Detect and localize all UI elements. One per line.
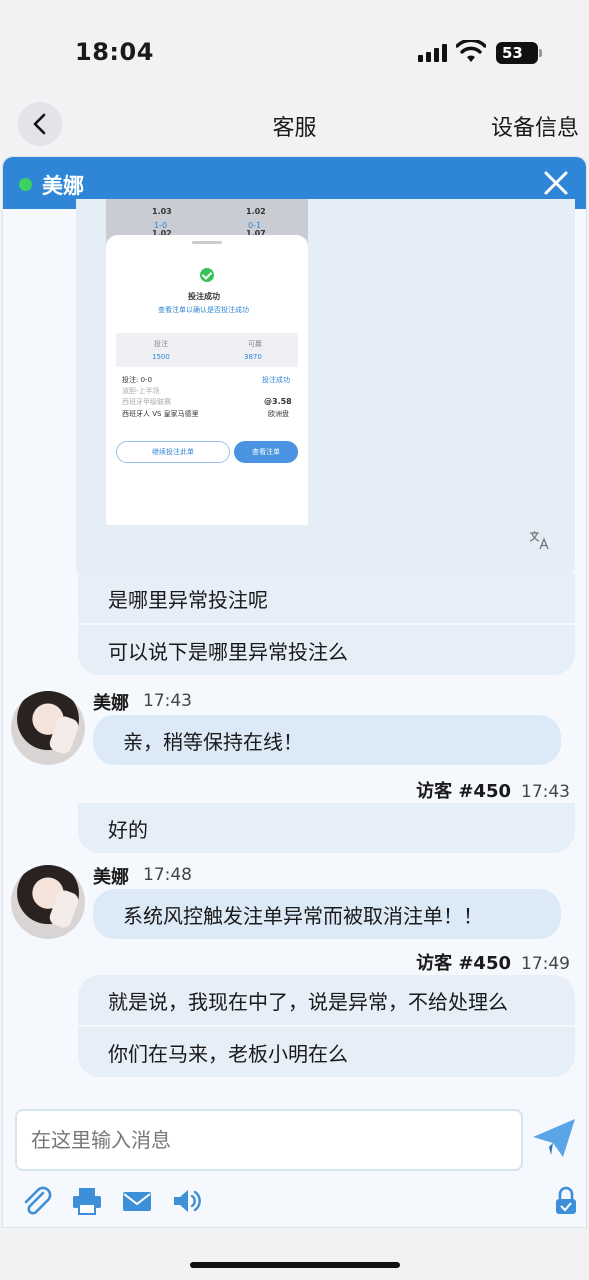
close-icon[interactable] (542, 169, 570, 197)
screenshot-odds: @3.58 (264, 397, 292, 406)
wifi-icon (456, 40, 486, 62)
battery-indicator: 53 (496, 42, 542, 64)
message-text: 亲，稍等保持在线！ (123, 729, 303, 754)
visitor-name: 访客 #450 (416, 781, 511, 802)
screenshot-col-label: 投注 (154, 340, 168, 348)
continue-bet-button: 继续投注此单 (116, 441, 230, 463)
lock-icon[interactable] (553, 1185, 579, 1217)
sheet-handle (192, 241, 222, 244)
translate-icon[interactable] (528, 529, 550, 551)
screenshot-title: 投注成功 (188, 292, 220, 301)
visitor-meta: 访客 #450 17:43 (416, 777, 570, 803)
message-text: 是哪里异常投注呢 (108, 587, 268, 612)
message-text: 你们在马来，老板小明在么 (108, 1041, 348, 1066)
screenshot-bet-status: 投注成功 (262, 376, 290, 384)
online-status-icon (19, 178, 32, 191)
message-text: 可以说下是哪里异常投注么 (108, 639, 348, 664)
mail-icon[interactable] (121, 1185, 153, 1217)
home-indicator (190, 1262, 400, 1268)
signal-icon (418, 44, 447, 62)
agent-name: 美娜 (42, 174, 84, 198)
message-time: 17:43 (143, 691, 192, 711)
send-icon[interactable] (531, 1117, 577, 1159)
chat-panel: 美娜 1.03 1.02 1-0 0-1 1.02 1.07 投注成功 查看注单… (2, 156, 587, 1228)
status-time: 18:04 (75, 38, 154, 66)
screenshot-market: 波胆-上半场 (122, 387, 160, 395)
message-input[interactable] (15, 1109, 523, 1171)
message-time: 17:43 (521, 782, 570, 802)
agent-message: 亲，稍等保持在线！ (93, 715, 561, 765)
visitor-message: 是哪里异常投注呢 (78, 573, 575, 623)
visitor-name: 访客 #450 (416, 953, 511, 974)
agent-avatar (11, 691, 85, 765)
success-check-icon (200, 268, 214, 282)
screenshot-col-value: 1500 (152, 353, 170, 361)
view-bet-button: 查看注单 (234, 441, 298, 463)
message-list: 1.03 1.02 1-0 0-1 1.02 1.07 投注成功 查看注单以确认… (3, 199, 586, 1109)
screenshot-odds-grid: 1.03 1.02 1-0 0-1 1.02 1.07 (106, 199, 308, 239)
message-text: 好的 (108, 817, 148, 842)
device-info-link[interactable]: 设备信息 (491, 110, 579, 142)
visitor-message: 可以说下是哪里异常投注么 (78, 625, 575, 675)
sender-name: 美娜 (93, 693, 129, 714)
screenshot-amount-box (116, 333, 298, 367)
screenshot-bet-line: 投注: 0-0 (122, 376, 153, 384)
visitor-message: 你们在马来，老板小明在么 (78, 1027, 575, 1077)
screenshot-cell: 1.03 (152, 207, 172, 216)
message-text: 系统风控触发注单异常而被取消注单！！ (123, 903, 483, 928)
agent-message: 系统风控触发注单异常而被取消注单！！ (93, 889, 561, 939)
volume-icon[interactable] (171, 1185, 203, 1217)
visitor-meta: 访客 #450 17:49 (416, 949, 570, 975)
screenshot-odds-type: 欧洲盘 (268, 410, 289, 418)
status-bar: 18:04 53 (0, 0, 589, 100)
visitor-message: 好的 (78, 803, 575, 853)
screenshot-subtitle: 查看注单以确认是否投注成功 (158, 306, 249, 314)
screenshot-league: 西班牙甲级联赛 (122, 398, 171, 406)
visitor-message: 就是说，我现在中了，说是异常，不给处理么 (78, 975, 575, 1025)
screenshot-cell: 1.02 (246, 207, 266, 216)
nav-bar: 客服 设备信息 (0, 100, 589, 154)
print-icon[interactable] (71, 1185, 103, 1217)
agent-avatar (11, 865, 85, 939)
sender-name: 美娜 (93, 867, 129, 888)
screenshot-sheet: 投注成功 查看注单以确认是否投注成功 投注 可赢 1500 3870 投注: 0… (106, 235, 308, 525)
screenshot-col-label: 可赢 (248, 340, 262, 348)
attachment-icon[interactable] (21, 1185, 53, 1217)
message-text: 就是说，我现在中了，说是异常，不给处理么 (108, 989, 508, 1014)
bet-screenshot-image[interactable]: 1.03 1.02 1-0 0-1 1.02 1.07 投注成功 查看注单以确认… (106, 199, 308, 525)
message-time: 17:48 (143, 865, 192, 885)
image-message: 1.03 1.02 1-0 0-1 1.02 1.07 投注成功 查看注单以确认… (76, 199, 575, 573)
screenshot-match: 西班牙人 VS 皇家马德里 (122, 410, 199, 418)
screenshot-col-value: 3870 (244, 353, 262, 361)
message-time: 17:49 (521, 954, 570, 974)
composer (3, 1107, 586, 1227)
